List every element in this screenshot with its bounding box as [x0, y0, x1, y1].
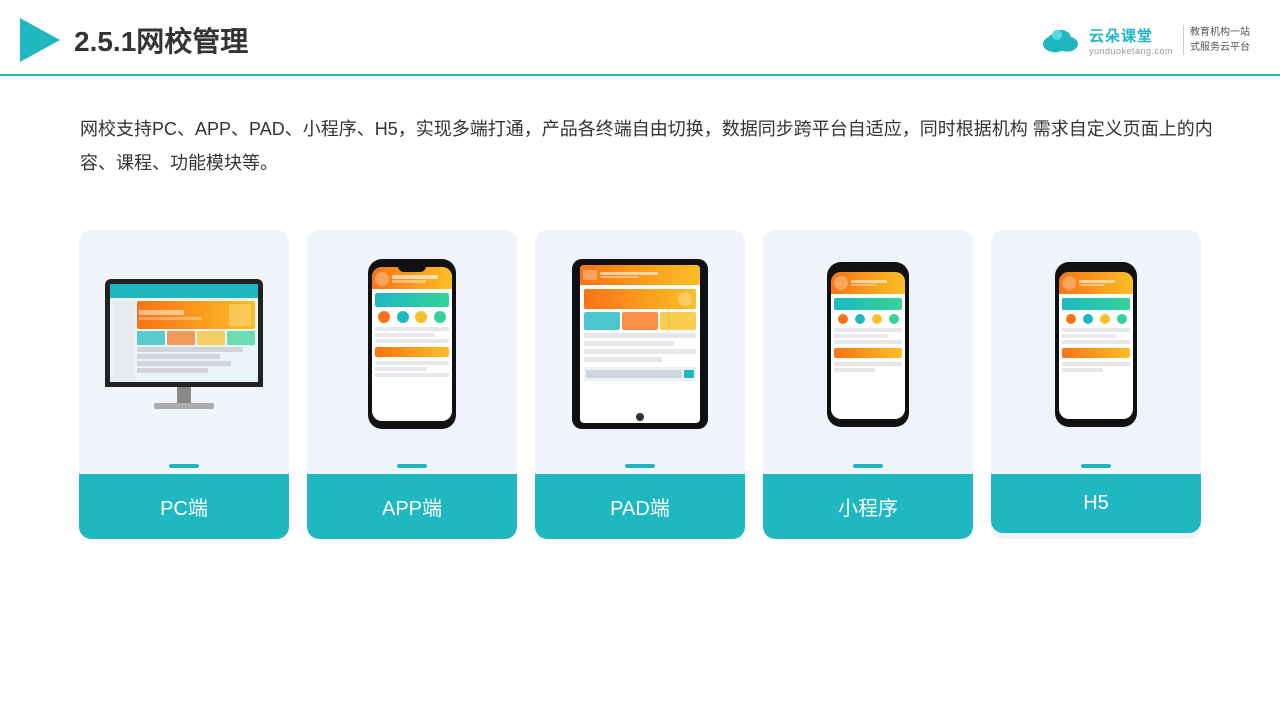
tablet-banner [584, 289, 696, 309]
card-app-label: APP端 [307, 474, 517, 539]
page-header: 2.5.1网校管理 云朵课堂 yunduoketang.com 教育机构一站式服… [0, 0, 1280, 76]
tablet-home-btn [636, 413, 644, 421]
page-title: 2.5.1网校管理 [74, 20, 248, 60]
description-text: 网校支持PC、APP、PAD、小程序、H5，实现多端打通，产品各终端自由切换，数… [0, 76, 1280, 190]
card-miniprogram-label: 小程序 [763, 474, 973, 539]
card-pad-label: PAD端 [535, 474, 745, 539]
card-pad: PAD端 [535, 230, 745, 539]
card-pad-image [535, 230, 745, 450]
card-pad-topbar [625, 464, 655, 468]
header-left: 2.5.1网校管理 [20, 18, 248, 62]
mini-phone-notch [857, 267, 879, 272]
card-app-topbar [397, 464, 427, 468]
h5-phone-screen [1059, 272, 1133, 419]
h5-phone-notch [1085, 267, 1107, 272]
mini-phone-screen [831, 272, 905, 419]
brand-text: 云朵课堂 yunduoketang.com [1089, 25, 1173, 56]
app-device-mockup [368, 259, 456, 429]
card-pc: PC端 [79, 230, 289, 539]
description-content: 网校支持PC、APP、PAD、小程序、H5，实现多端打通，产品各终端自由切换，数… [80, 119, 1213, 173]
tablet-screen [580, 265, 700, 423]
card-pc-label: PC端 [79, 474, 289, 539]
miniprogram-device-mockup [827, 262, 909, 427]
card-app: APP端 [307, 230, 517, 539]
brand-url: yunduoketang.com [1089, 46, 1173, 56]
cloud-icon [1039, 24, 1083, 56]
h5-device-mockup [1055, 262, 1137, 427]
card-h5-image [991, 230, 1201, 450]
card-h5: H5 [991, 230, 1201, 539]
card-h5-label: H5 [991, 474, 1201, 533]
logo-triangle-icon [20, 18, 60, 62]
card-pc-topbar [169, 464, 199, 468]
card-pc-image [79, 230, 289, 450]
card-miniprogram-topbar [853, 464, 883, 468]
brand-logo: 云朵课堂 yunduoketang.com 教育机构一站式服务云平台 [1039, 24, 1250, 56]
pc-device-mockup [99, 279, 269, 409]
card-h5-topbar [1081, 464, 1111, 468]
brand-slogan: 教育机构一站式服务云平台 [1183, 25, 1250, 55]
pad-device-mockup [572, 259, 708, 429]
header-right: 云朵课堂 yunduoketang.com 教育机构一站式服务云平台 [1039, 24, 1250, 56]
card-app-image [307, 230, 517, 450]
card-miniprogram: 小程序 [763, 230, 973, 539]
phone-notch [398, 265, 426, 272]
platform-cards: PC端 [0, 200, 1280, 539]
card-miniprogram-image [763, 230, 973, 450]
phone-screen [372, 267, 452, 421]
brand-name: 云朵课堂 [1089, 25, 1153, 46]
